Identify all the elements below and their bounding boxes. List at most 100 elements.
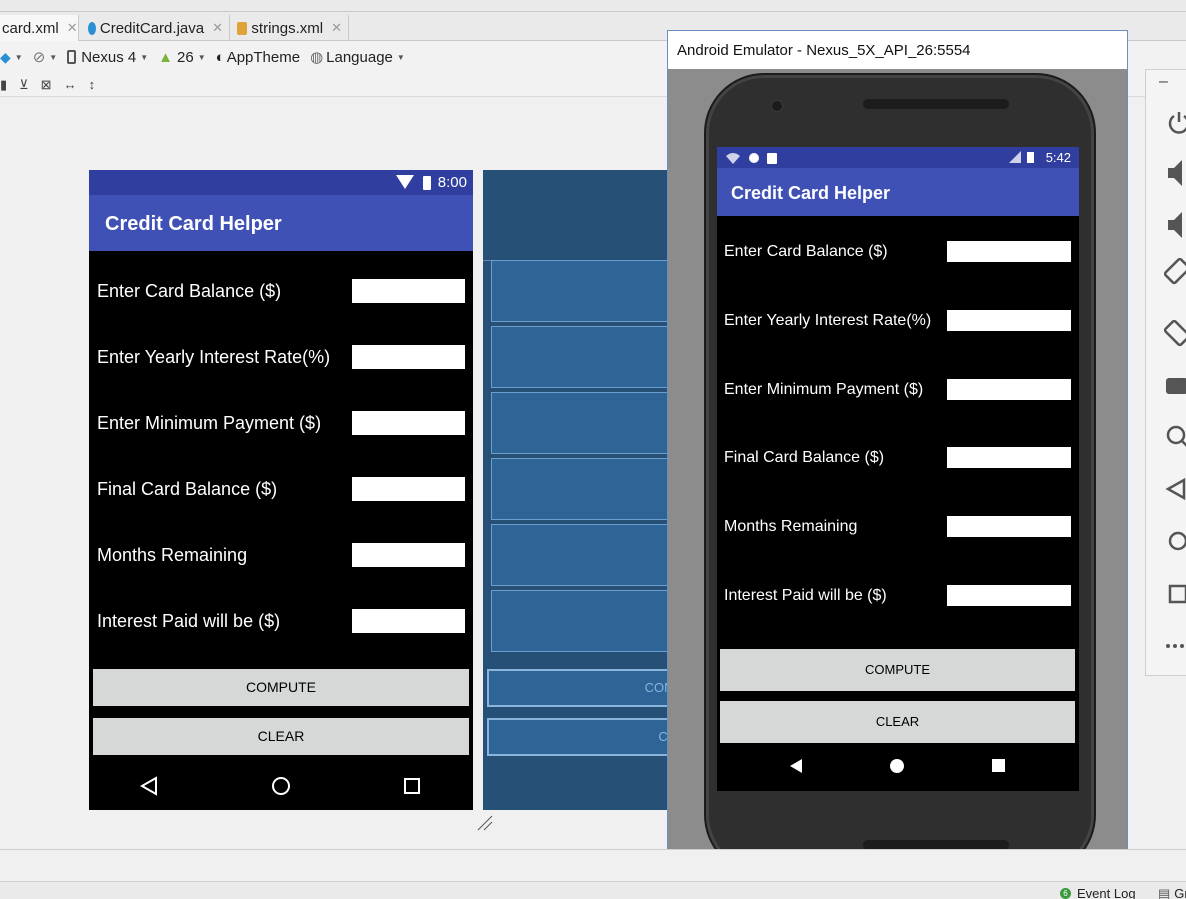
language-dropdown[interactable]: ◍ Language ▼ [310,48,405,67]
blueprint-compute-button[interactable]: COM [487,669,668,707]
compute-button[interactable]: COMPUTE [93,669,469,706]
card-balance-input[interactable] [947,241,1071,262]
back-icon [1165,477,1186,501]
api-dropdown[interactable]: ▲ 26 ▼ [158,49,205,66]
expand-vertical-icon[interactable]: ↕ [89,77,96,92]
tab-card-xml[interactable]: card.xml ✕ [0,15,79,41]
rotate-right-icon [1164,319,1186,347]
device-dropdown[interactable]: Nexus 4 ▼ [67,49,148,66]
expand-horizontal-icon[interactable]: ↔ [64,77,77,92]
event-log-badge: 6 [1060,888,1071,899]
emulator-window: Android Emulator - Nexus_5X_API_26:5554 … [667,30,1128,889]
label-interest-rate: Enter Yearly Interest Rate(%) [724,312,932,329]
interest-paid-input[interactable] [947,585,1071,606]
label-minimum-payment: Enter Minimum Payment ($) [97,413,322,433]
wifi-icon [726,153,740,164]
recents-icon[interactable] [992,759,1005,772]
design-surface-dropdown[interactable]: ◆ ▼ [0,49,23,66]
signal-battery-icons [1009,151,1034,163]
status-time: 8:00 [437,174,467,191]
preview-status-bar: 8:00 [89,170,473,195]
battery-icon [1027,152,1034,163]
minimum-payment-input[interactable] [352,411,465,435]
overview-icon [1168,584,1186,604]
minimize-icon[interactable]: – [1159,73,1168,91]
theme-dropdown[interactable]: ◐ AppTheme [216,49,300,66]
blueprint-row [491,458,668,520]
tab-label: CreditCard.java [99,19,205,37]
android-icon: ▲ [158,48,174,66]
blueprint-clear-button[interactable]: CL [487,718,668,756]
emulator-title: Android Emulator - Nexus_5X_API_26:5554 [677,42,971,59]
rotate-icon: ⊘ [32,49,46,66]
final-balance-input[interactable] [947,447,1071,468]
minimum-payment-input[interactable] [947,379,1071,400]
sync-icon [749,153,759,163]
emulator-side-toolbar: – [1145,69,1186,676]
clear-constraints-icon[interactable]: ⊠ [41,77,52,93]
app-title: Credit Card Helper [105,213,282,235]
emulator-title-bar: Android Emulator - Nexus_5X_API_26:5554 [668,31,1127,69]
back-icon[interactable] [139,776,157,796]
preview-nav-bar [89,762,473,810]
label-card-balance: Enter Card Balance ($) [724,243,888,260]
battery-icon [423,176,431,190]
gradle-console-button[interactable]: ▤Gr [1158,886,1186,899]
blueprint-preview: COM CL [483,170,668,810]
speaker-grille [863,99,1009,109]
compute-button[interactable]: COMPUTE [720,649,1075,691]
months-remaining-input[interactable] [352,543,465,567]
home-icon[interactable] [272,777,290,795]
orientation-dropdown[interactable]: ⊘ ▼ [33,48,58,66]
ide-bottom-panel [0,849,1186,881]
emulator-screen: 5:42 Credit Card Helper Enter Card Balan… [717,147,1079,791]
blueprint-row [491,392,668,454]
tab-strings-xml[interactable]: strings.xml ✕ [231,15,349,41]
device-label: Nexus 4 [81,48,137,66]
api-label: 26 [177,48,194,66]
sd-card-icon [767,153,777,164]
close-icon[interactable]: ✕ [212,20,223,36]
status-time: 5:42 [1045,150,1071,165]
emulator-app-bar: Credit Card Helper [717,168,1079,216]
camera-icon [1166,378,1186,394]
theme-label: AppTheme [226,48,301,66]
back-icon[interactable] [790,759,802,773]
theme-icon: ◐ [215,48,225,66]
months-remaining-input[interactable] [947,516,1071,537]
final-balance-input[interactable] [352,477,465,501]
autoconnect-icon[interactable]: ⊻ [19,77,29,93]
tab-label: strings.xml [251,19,324,37]
resize-handle-icon[interactable] [476,814,494,832]
volume-up-icon [1168,160,1182,186]
interest-rate-input[interactable] [947,310,1071,331]
xml-file-icon [237,21,248,35]
preview-app-bar: Credit Card Helper [89,195,473,251]
label-months-remaining: Months Remaining [724,518,858,535]
java-class-icon [88,21,96,35]
more-icon [1166,644,1170,648]
label-card-balance: Enter Card Balance ($) [97,281,282,301]
tab-label: card.xml [2,19,59,37]
recents-icon[interactable] [404,778,420,794]
interest-rate-input[interactable] [352,345,465,369]
phone-icon [67,50,77,64]
close-icon[interactable]: ✕ [67,20,78,36]
clear-button[interactable]: CLEAR [720,701,1075,743]
label-minimum-payment: Enter Minimum Payment ($) [724,381,924,398]
emulator-nav-bar [717,743,1079,791]
card-balance-input[interactable] [352,279,465,303]
pan-icon[interactable]: ▮ [0,77,7,93]
notification-icons [726,153,777,164]
ide-top-strip [0,0,1186,12]
clear-button[interactable]: CLEAR [93,718,469,755]
tab-creditcard-java[interactable]: CreditCard.java ✕ [82,15,230,41]
blueprint-row [491,326,668,388]
interest-paid-input[interactable] [352,609,465,633]
home-icon[interactable] [890,759,904,773]
event-log-label: Event Log [1077,886,1136,899]
blueprint-row [491,524,668,586]
rotate-left-icon [1164,257,1186,285]
close-icon[interactable]: ✕ [331,20,342,36]
event-log-button[interactable]: 6 Event Log [1060,886,1136,899]
